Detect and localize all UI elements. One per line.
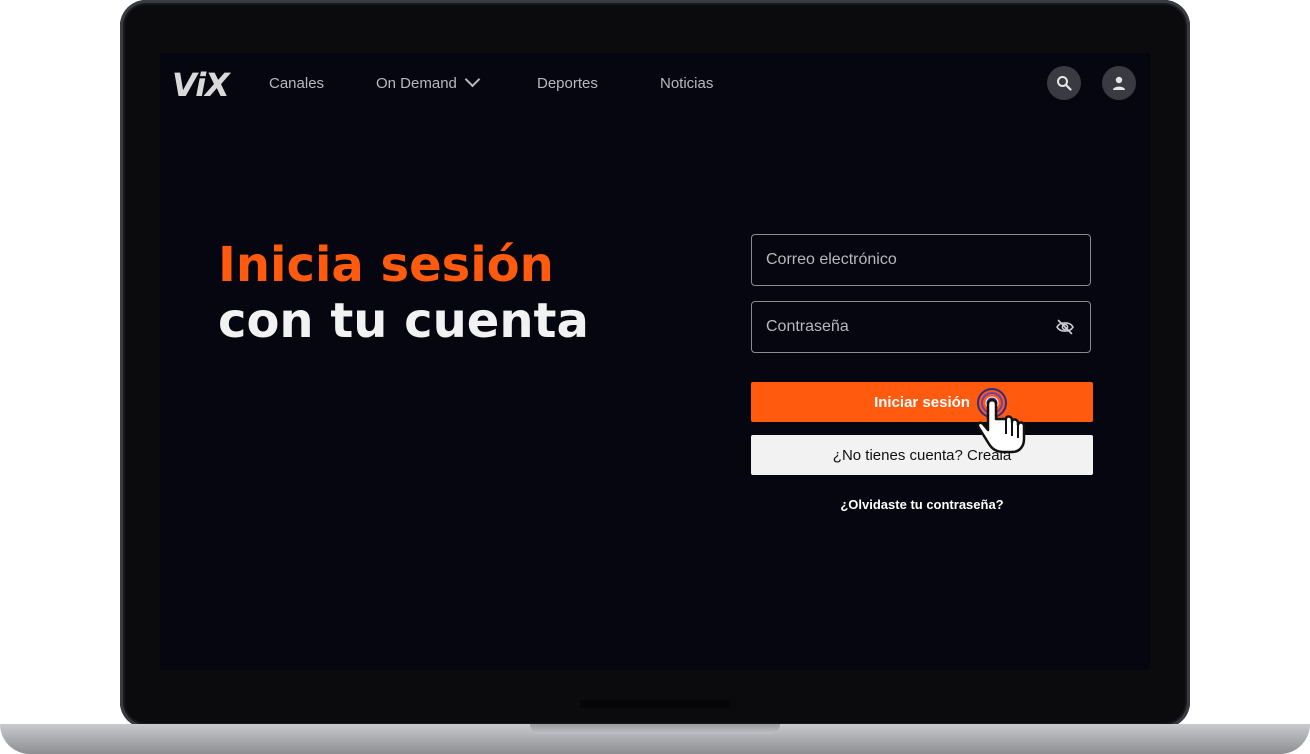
nav-item-on-demand-label: On Demand xyxy=(376,75,457,92)
nav-item-on-demand[interactable]: On Demand xyxy=(376,71,481,92)
eye-off-icon[interactable] xyxy=(1056,319,1074,335)
nav-item-canales[interactable]: Canales xyxy=(269,75,324,92)
password-field-wrapper xyxy=(751,301,1091,353)
chevron-down-icon xyxy=(464,71,481,88)
email-input[interactable] xyxy=(752,235,1090,285)
laptop-notch xyxy=(530,724,780,734)
account-button[interactable] xyxy=(1102,66,1136,100)
login-button[interactable]: Iniciar sesión xyxy=(751,382,1093,422)
hero-title-line1: Inicia sesión xyxy=(218,237,554,293)
laptop-base xyxy=(0,724,1310,754)
laptop-hinge xyxy=(580,700,730,708)
user-icon xyxy=(1113,76,1125,90)
password-input[interactable] xyxy=(752,302,1090,352)
email-field-wrapper xyxy=(751,234,1091,286)
nav-item-deportes[interactable]: Deportes xyxy=(537,75,598,92)
search-button[interactable] xyxy=(1047,66,1081,100)
hero-title-line2: con tu cuenta xyxy=(218,293,589,349)
vix-logo[interactable]: ViX xyxy=(172,66,230,104)
forgot-password-link[interactable]: ¿Olvidaste tu contraseña? xyxy=(751,497,1093,512)
hand-pointer-icon xyxy=(976,388,1026,454)
signup-button[interactable]: ¿No tienes cuenta? Creala xyxy=(751,435,1093,475)
screen: ViX Canales On Demand Deportes Noticias … xyxy=(160,53,1150,670)
search-icon xyxy=(1057,76,1072,91)
nav-item-noticias[interactable]: Noticias xyxy=(660,75,713,92)
